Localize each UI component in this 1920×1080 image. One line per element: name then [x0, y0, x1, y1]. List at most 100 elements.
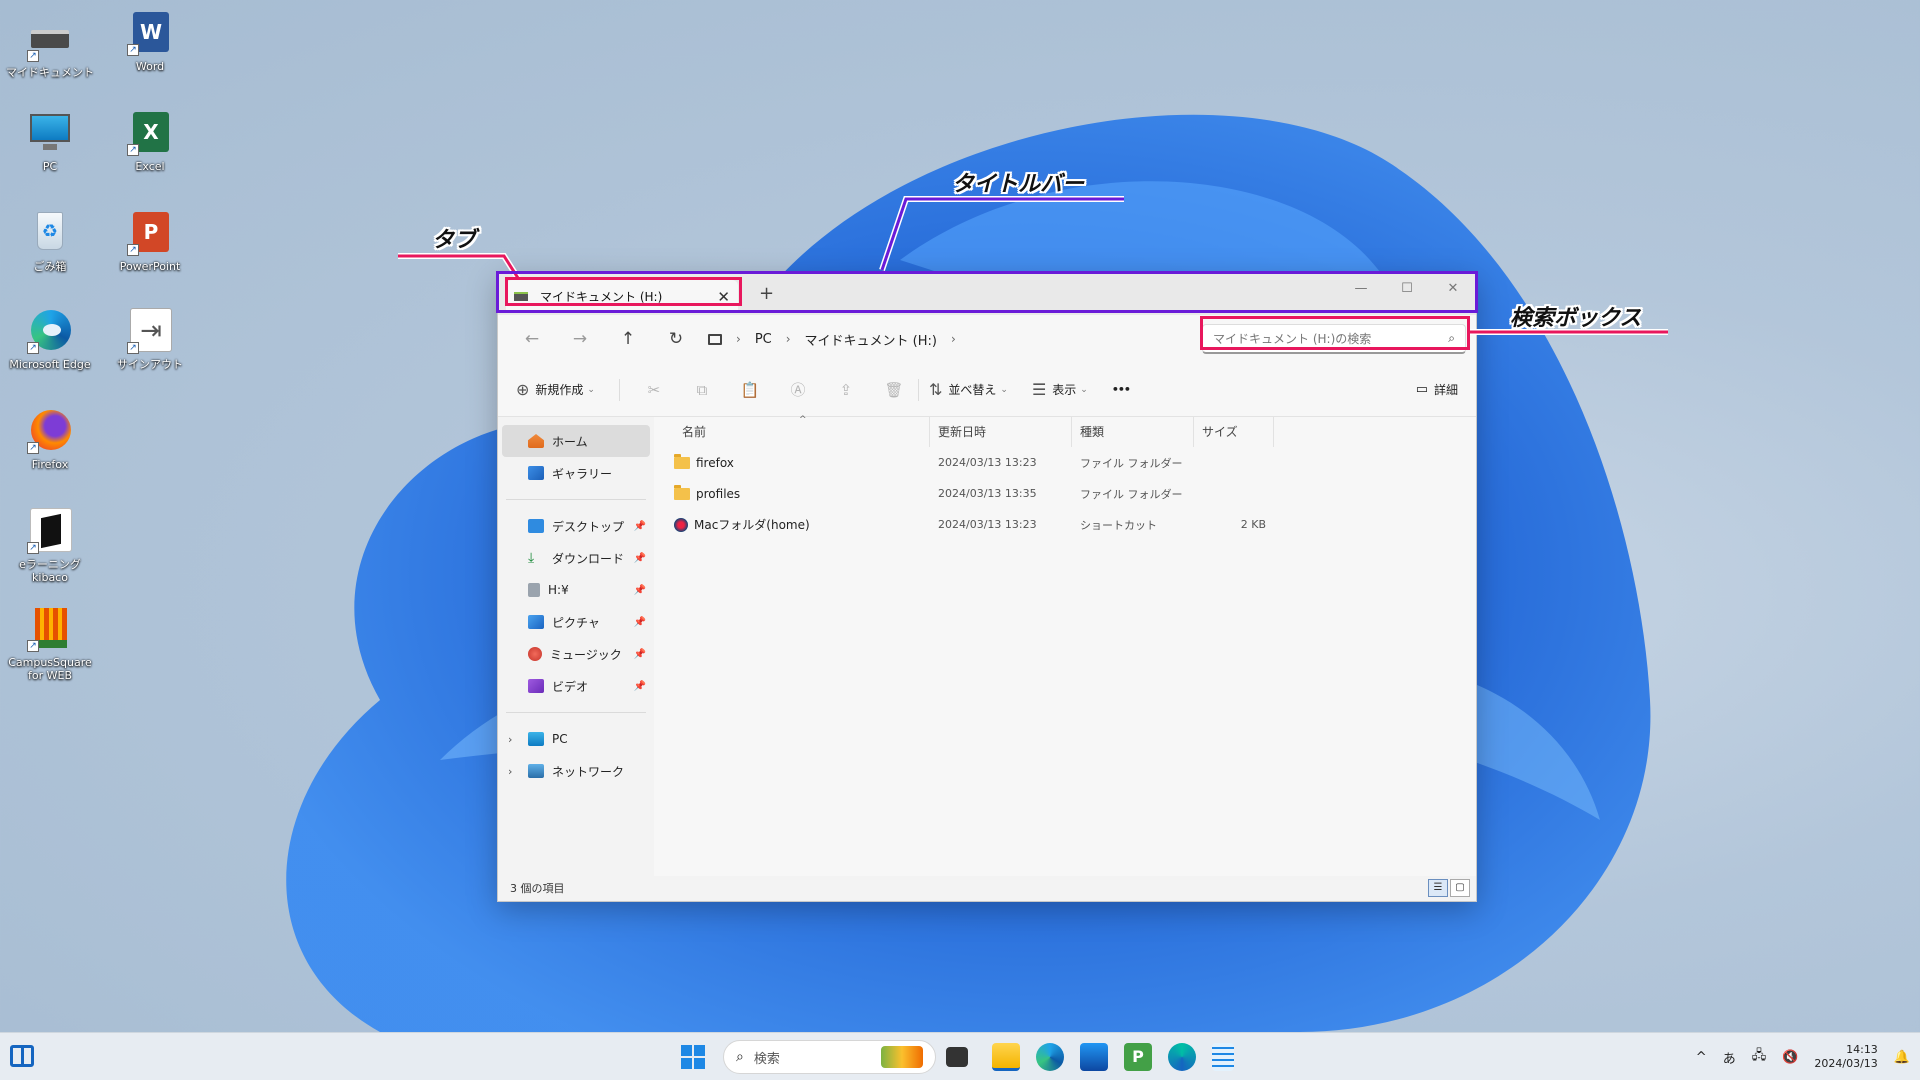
pin-icon[interactable]: 📌	[634, 649, 646, 660]
sidebar-item-desktop[interactable]: デスクトップ 📌	[498, 510, 654, 542]
edge-icon[interactable]	[1036, 1043, 1064, 1071]
sidebar-item-home[interactable]: ホーム	[502, 425, 650, 457]
desktop-icon-pc[interactable]: PC	[2, 110, 98, 173]
more-options-button[interactable]: •••	[1112, 383, 1131, 396]
sidebar-item-pc[interactable]: › PC	[498, 723, 654, 755]
speaker-muted-icon[interactable]: 🔇	[1782, 1050, 1798, 1065]
desktop-icon-recycle-bin[interactable]: ♻ ごみ箱	[2, 210, 98, 273]
home-icon	[528, 434, 544, 448]
document-icon	[528, 583, 540, 597]
command-bar: ⊕ 新規作成 ⌄ ✂ ⧉ 📋 Ⓐ ⇪ 🗑 ⇅ 並べ替え ⌄ ☰ 表示 ⌄ •••…	[498, 363, 1476, 417]
pin-icon[interactable]: 📌	[634, 553, 646, 564]
desktop-icon-firefox[interactable]: ↗ Firefox	[2, 408, 98, 471]
desktop-icon	[528, 519, 544, 533]
chevron-up-icon[interactable]: ^	[1696, 1050, 1707, 1065]
view-button[interactable]: ☰ 表示 ⌄	[1032, 380, 1088, 399]
file-explorer-window[interactable]: マイドキュメント (H:) ✕ + — ☐ ✕ ← → ↑ ↻ › PC › マ…	[497, 272, 1477, 902]
sidebar-item-music[interactable]: ミュージック 📌	[498, 638, 654, 670]
share-icon[interactable]: ⇪	[822, 381, 870, 399]
sort-icon: ⇅	[928, 380, 943, 399]
desktop-icon-my-documents[interactable]: ↗ マイドキュメント	[2, 16, 98, 79]
network-icon	[528, 764, 544, 778]
rename-icon[interactable]: Ⓐ	[774, 379, 822, 400]
word-icon: W ↗	[127, 10, 173, 56]
taskbar: ⌕ 検索 P ^ あ 🖧 🔇 14:13 2024/03/13 🔔	[0, 1032, 1920, 1080]
desktop-icon-powerpoint[interactable]: P ↗ PowerPoint	[102, 210, 198, 273]
widgets-icon[interactable]	[10, 1045, 34, 1067]
cut-icon[interactable]: ✂	[630, 381, 678, 399]
copy-icon[interactable]: ⧉	[678, 381, 726, 399]
breadcrumb-my-documents[interactable]: マイドキュメント (H:)	[805, 330, 937, 349]
back-button[interactable]: ←	[508, 329, 556, 349]
details-pane-icon: ▭	[1415, 382, 1428, 397]
task-view-icon[interactable]	[946, 1047, 968, 1067]
tiles-view-icon[interactable]: ▢	[1450, 879, 1470, 897]
taskbar-search[interactable]: ⌕ 検索	[723, 1040, 936, 1074]
desktop-icon-word[interactable]: W ↗ Word	[102, 10, 198, 73]
sidebar-item-pictures[interactable]: ピクチャ 📌	[498, 606, 654, 638]
store-icon[interactable]	[1080, 1043, 1108, 1071]
desktop-icon-edge[interactable]: ↗ Microsoft Edge	[2, 308, 98, 371]
folder-icon	[674, 453, 690, 469]
file-row[interactable]: Macフォルダ(home) 2024/03/13 13:23 ショートカット 2…	[654, 509, 1476, 540]
pin-icon[interactable]: 📌	[634, 617, 646, 628]
monitor-icon	[27, 110, 73, 156]
pin-icon[interactable]: 📌	[634, 681, 646, 692]
desktop-icon-excel[interactable]: X ↗ Excel	[102, 110, 198, 173]
chevron-down-icon: ⌄	[587, 384, 595, 395]
pin-icon[interactable]: 📌	[634, 585, 646, 596]
breadcrumb[interactable]: › PC › マイドキュメント (H:) ›	[708, 330, 970, 349]
firefox-icon: ↗	[27, 408, 73, 454]
sidebar-item-videos[interactable]: ビデオ 📌	[498, 670, 654, 702]
ime-indicator[interactable]: あ	[1723, 1048, 1736, 1067]
desktop-icon-campussquare[interactable]: ↗ CampusSquare for WEB	[2, 606, 98, 682]
notification-bell-icon[interactable]: 🔔	[1894, 1050, 1910, 1065]
app-p-icon[interactable]: P	[1124, 1043, 1152, 1071]
column-modified[interactable]: 更新日時	[930, 416, 1072, 447]
drive-icon: ↗	[27, 16, 73, 62]
start-button[interactable]	[681, 1045, 705, 1069]
file-explorer-icon[interactable]	[992, 1043, 1020, 1071]
column-size[interactable]: サイズ	[1194, 416, 1274, 447]
clock[interactable]: 14:13 2024/03/13	[1814, 1043, 1877, 1071]
new-button[interactable]: ⊕ 新規作成 ⌄	[516, 380, 595, 399]
file-row[interactable]: profiles 2024/03/13 13:35 ファイル フォルダー	[654, 478, 1476, 509]
edge-beta-icon[interactable]	[1168, 1043, 1196, 1071]
notepad-icon[interactable]	[1212, 1043, 1234, 1071]
up-button[interactable]: ↑	[604, 329, 652, 349]
shortcut-icon	[674, 517, 688, 532]
folder-icon	[674, 484, 690, 500]
sidebar-item-h-drive[interactable]: H:¥ 📌	[498, 574, 654, 606]
signout-icon: ⇥ ↗	[127, 308, 173, 354]
sidebar-item-gallery[interactable]: ギャラリー	[498, 457, 654, 489]
desktop-icon-signout[interactable]: ⇥ ↗ サインアウト	[102, 308, 198, 371]
forward-button[interactable]: →	[556, 329, 604, 349]
item-count: 3 個の項目	[510, 882, 565, 895]
file-row[interactable]: firefox 2024/03/13 13:23 ファイル フォルダー	[654, 447, 1476, 478]
chevron-right-icon[interactable]: ›	[951, 332, 956, 346]
sort-button[interactable]: ⇅ 並べ替え ⌄	[929, 380, 1008, 399]
details-view-icon[interactable]: ☰	[1428, 879, 1448, 897]
sidebar-item-downloads[interactable]: ⤓ ダウンロード 📌	[498, 542, 654, 574]
column-name[interactable]: 名前	[654, 416, 930, 447]
monitor-icon	[708, 333, 722, 345]
breadcrumb-pc[interactable]: PC	[755, 332, 772, 347]
navigation-pane: ホーム ギャラリー デスクトップ 📌 ⤓ ダウンロード 📌 H:¥ 📌 ピクチャ…	[498, 417, 654, 876]
paste-icon[interactable]: 📋	[726, 381, 774, 399]
pin-icon[interactable]: 📌	[634, 521, 646, 532]
details-pane-button[interactable]: ▭ 詳細	[1416, 381, 1458, 398]
column-headers: 名前 更新日時 種類 サイズ	[654, 416, 1476, 447]
music-icon	[528, 647, 542, 661]
chevron-right-icon[interactable]: ›	[508, 765, 512, 778]
annotation-titlebar-leader	[879, 196, 1124, 271]
column-type[interactable]: 種類	[1072, 416, 1194, 447]
delete-icon[interactable]: 🗑	[870, 381, 918, 399]
network-icon[interactable]: 🖧	[1752, 1046, 1767, 1068]
chevron-right-icon: ›	[785, 332, 791, 346]
sidebar-item-network[interactable]: › ネットワーク	[498, 755, 654, 787]
refresh-button[interactable]: ↻	[652, 329, 700, 349]
desktop-icon-kibaco[interactable]: ↗ eラーニングkibaco	[2, 508, 98, 584]
annotation-tab-box	[505, 277, 742, 306]
chevron-right-icon[interactable]: ›	[508, 733, 512, 746]
recycle-bin-icon: ♻	[27, 210, 73, 256]
